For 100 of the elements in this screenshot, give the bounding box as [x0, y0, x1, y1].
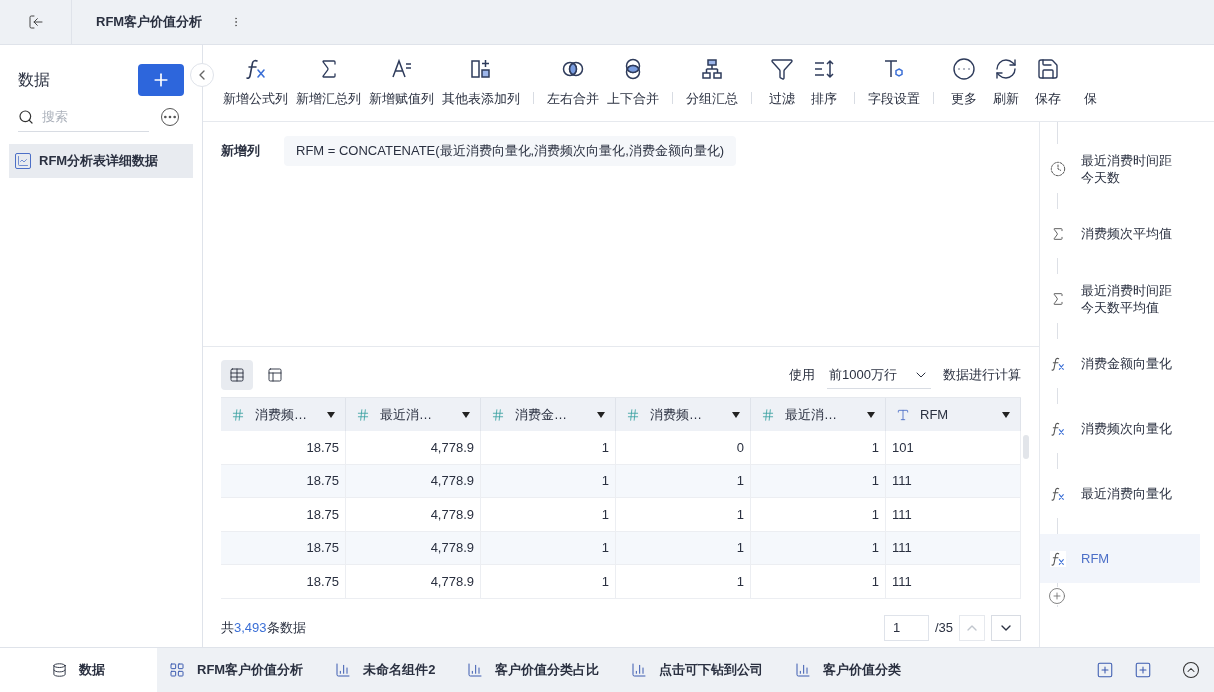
table-cell: 1	[481, 531, 616, 564]
hash-icon	[231, 407, 245, 422]
table-cell: 1	[481, 464, 616, 497]
table-cell: 18.75	[221, 498, 346, 531]
caret-icon	[597, 411, 605, 418]
toolbar-button[interactable]: 上下合并	[604, 57, 662, 109]
table-cell: 4,778.9	[346, 565, 481, 598]
caret-icon	[1002, 411, 1010, 418]
formula-icon	[1050, 420, 1066, 437]
add-component-icon[interactable]	[1096, 661, 1114, 679]
clock-icon	[1050, 160, 1066, 177]
table-cell: 4,778.9	[346, 431, 481, 464]
search-field[interactable]: 搜索	[42, 104, 142, 129]
table-cell: 4,778.9	[346, 498, 481, 531]
hash-icon	[626, 407, 640, 422]
table-icon	[229, 367, 245, 383]
toolbar-button[interactable]: 过滤	[762, 57, 802, 109]
next-page-button[interactable]	[991, 615, 1021, 641]
save-icon	[1036, 57, 1060, 82]
dashboard-icon	[169, 662, 185, 678]
bottom-tab[interactable]: 未命名组件2	[323, 648, 448, 692]
table-cell: 1	[481, 431, 616, 464]
table-cell: 111	[886, 498, 1021, 531]
scrollbar-thumb[interactable]	[1023, 435, 1029, 459]
grid-view-button[interactable]	[221, 360, 253, 390]
table-cell: 1	[616, 498, 751, 531]
dataset-item[interactable]: RFM分析表详细数据	[9, 144, 193, 178]
table-cell: 111	[886, 531, 1021, 564]
caret-icon	[327, 411, 335, 418]
exit-icon[interactable]	[27, 14, 44, 30]
table-cell: 1	[751, 565, 886, 598]
expand-icon[interactable]	[1182, 661, 1200, 679]
toolbar-button[interactable]: 其他表添加列	[439, 57, 523, 109]
toolbar-button[interactable]: 新增公式列	[220, 57, 291, 109]
more-icon	[952, 57, 976, 82]
toolbar-button[interactable]: 新增汇总列	[293, 57, 364, 109]
formula-field[interactable]: RFM = CONCATENATE(最近消费向量化,消费频次向量化,消费金额向量化)	[284, 136, 737, 166]
toolbar-button[interactable]: 保存	[1028, 57, 1068, 109]
bottom-tab[interactable]: 客户价值分类占比	[455, 648, 612, 692]
toolbar-button[interactable]: 新增赋值列	[366, 57, 437, 109]
filter-icon	[770, 57, 794, 82]
formula-icon	[1050, 355, 1066, 372]
step-item[interactable]: RFM	[1040, 534, 1200, 583]
page-total: /35	[934, 619, 953, 638]
bottom-tab[interactable]: RFM客户价值分析	[157, 648, 316, 692]
table-cell: 4,778.9	[346, 464, 481, 497]
table-cell: 1	[616, 565, 751, 598]
chart-icon	[795, 662, 812, 678]
bottom-tab[interactable]: 客户价值分类	[783, 648, 914, 692]
table-cell: 18.75	[221, 565, 346, 598]
table-cell: 4,778.9	[346, 531, 481, 564]
toolbar-button[interactable]: 更多	[944, 57, 984, 109]
table-cell: 1	[751, 464, 886, 497]
table-cell: 1	[751, 531, 886, 564]
caret-icon	[867, 411, 875, 418]
table-cell: 18.75	[221, 531, 346, 564]
table-cell: 18.75	[221, 431, 346, 464]
chart-icon	[15, 153, 31, 169]
bottom-tab[interactable]: 点击可下钻到公司	[619, 648, 776, 692]
page-field[interactable]: 1	[883, 615, 929, 641]
formula-icon	[1050, 485, 1066, 502]
toolbar-button[interactable]: 分组汇总	[683, 57, 741, 109]
table-cell: 101	[886, 431, 1021, 464]
toolbar-button[interactable]: 字段设置	[865, 57, 923, 109]
chart-icon	[467, 662, 484, 678]
caret-icon	[732, 411, 740, 418]
hash-icon	[356, 407, 370, 422]
add-button[interactable]	[138, 64, 184, 96]
toolbar-button[interactable]: 保	[1070, 57, 1110, 109]
sidebar-title: 数据	[18, 70, 50, 90]
add-dashboard-icon[interactable]	[1134, 661, 1152, 679]
text-type-icon	[896, 407, 910, 422]
bottom-tab[interactable]: 数据	[0, 648, 157, 692]
layout-icon	[267, 367, 283, 383]
hash-icon	[491, 407, 505, 422]
search-icon	[18, 108, 34, 125]
database-icon	[52, 662, 67, 678]
chart-icon	[631, 662, 648, 678]
toolbar-button[interactable]: 排序	[804, 57, 844, 109]
caret-icon	[462, 411, 470, 418]
table-cell: 1	[751, 498, 886, 531]
use-label: 使用	[789, 366, 816, 385]
table-cell: 1	[481, 565, 616, 598]
toolbar-button[interactable]: 刷新	[986, 57, 1026, 109]
table-cell: 1	[616, 531, 751, 564]
table-cell: 1	[616, 464, 751, 497]
formula-label: 新增列	[221, 142, 261, 160]
table-cell: 111	[886, 565, 1021, 598]
record-count: 共3,493条数据	[221, 619, 306, 638]
formula-icon	[1050, 550, 1066, 567]
report-title: RFM客户价值分析	[96, 13, 203, 32]
refresh-icon	[994, 57, 1018, 82]
sigma-icon	[1050, 225, 1066, 242]
table-cell: 18.75	[221, 464, 346, 497]
collapse-button[interactable]	[190, 63, 214, 87]
add-step-icon[interactable]	[1048, 587, 1066, 605]
table-cell: 0	[616, 431, 751, 464]
table-cell: 1	[751, 431, 886, 464]
toolbar-button[interactable]: 左右合并	[544, 57, 602, 109]
row-limit-select[interactable]: 前1000万行	[827, 361, 931, 389]
